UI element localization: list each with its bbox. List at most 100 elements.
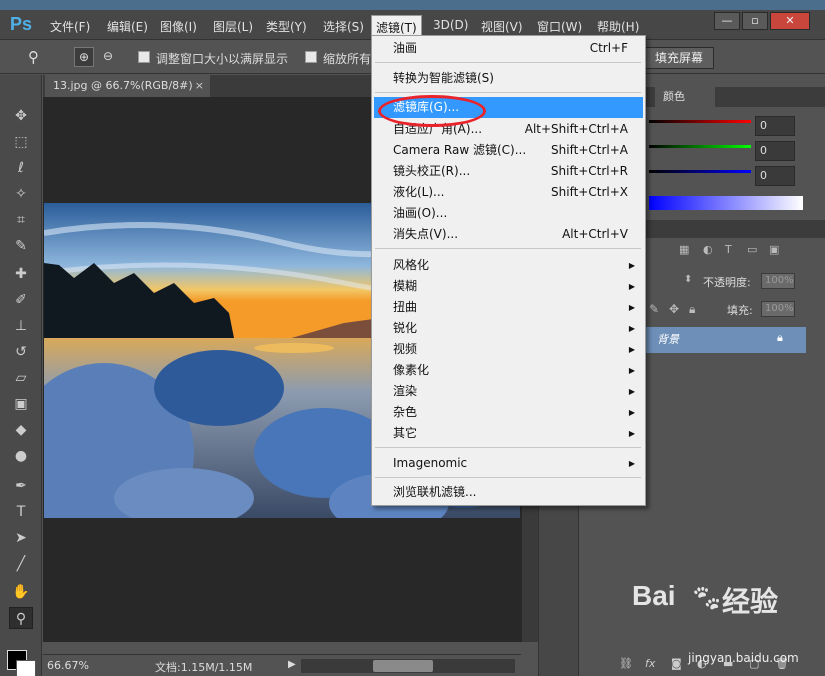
menu-item-other[interactable]: 其它 ▶ bbox=[374, 423, 643, 444]
menu-item-camera-raw[interactable]: Camera Raw 滤镜(C)... Shift+Ctrl+A bbox=[374, 140, 643, 161]
line-tool-icon[interactable]: ╱ bbox=[9, 553, 33, 575]
document-tab[interactable]: 13.jpg @ 66.7%(RGB/8#) × bbox=[45, 75, 210, 97]
filter-type-icon[interactable]: T bbox=[725, 243, 732, 256]
move-tool-icon[interactable]: ✥ bbox=[9, 105, 33, 127]
menu-layer[interactable]: 图层(L) bbox=[213, 18, 253, 35]
close-button[interactable]: ✕ bbox=[770, 12, 810, 30]
app-logo: Ps bbox=[10, 14, 33, 34]
history-brush-tool-icon[interactable]: ↺ bbox=[9, 341, 33, 363]
blend-mode-arrow-icon[interactable]: ⬍ bbox=[684, 274, 692, 285]
menu-item-last-filter[interactable]: 油画 Ctrl+F bbox=[374, 38, 643, 59]
menu-separator bbox=[375, 92, 641, 93]
type-tool-icon[interactable]: T bbox=[9, 501, 33, 523]
red-value-input[interactable]: 0 bbox=[755, 116, 795, 136]
menu-item-blur[interactable]: 模糊 ▶ bbox=[374, 276, 643, 297]
eyedropper-tool-icon[interactable]: ✎ bbox=[9, 235, 33, 257]
lock-move-icon[interactable]: ✥ bbox=[669, 302, 679, 316]
menu-image[interactable]: 图像(I) bbox=[160, 18, 197, 35]
fill-input[interactable]: 100% bbox=[761, 301, 795, 317]
fill-label: 填充: bbox=[727, 304, 753, 317]
menu-3d[interactable]: 3D(D) bbox=[433, 18, 468, 32]
blur-tool-icon[interactable]: ◆ bbox=[9, 419, 33, 441]
watermark-brand-suffix: 经验 bbox=[722, 585, 779, 618]
blue-slider[interactable] bbox=[649, 170, 751, 173]
lock-all-icon[interactable]: 🔒︎ bbox=[689, 302, 695, 317]
menu-view[interactable]: 视图(V) bbox=[481, 18, 523, 35]
crop-tool-icon[interactable]: ⌗ bbox=[9, 209, 33, 231]
healing-tool-icon[interactable]: ✚ bbox=[9, 263, 33, 285]
restore-button[interactable]: ▫ bbox=[742, 12, 768, 30]
resize-windows-checkbox[interactable] bbox=[138, 51, 150, 63]
add-mask-icon[interactable]: ◙ bbox=[671, 657, 682, 670]
dodge-tool-icon[interactable]: ● bbox=[9, 445, 33, 467]
background-color-swatch[interactable] bbox=[16, 660, 36, 676]
stamp-tool-icon[interactable]: ⊥ bbox=[9, 315, 33, 337]
tab-color[interactable]: 颜色 bbox=[655, 87, 715, 107]
submenu-arrow-icon: ▶ bbox=[628, 282, 635, 291]
green-slider[interactable] bbox=[649, 145, 751, 148]
close-icon[interactable]: × bbox=[195, 75, 204, 97]
menu-help[interactable]: 帮助(H) bbox=[597, 18, 639, 35]
red-slider[interactable] bbox=[649, 120, 751, 123]
menu-item-render[interactable]: 渲染 ▶ bbox=[374, 381, 643, 402]
menu-edit[interactable]: 编辑(E) bbox=[107, 18, 148, 35]
menu-window[interactable]: 窗口(W) bbox=[537, 18, 582, 35]
menu-item-oil-paint[interactable]: 油画(O)... bbox=[374, 203, 643, 224]
horizontal-scrollbar[interactable] bbox=[301, 659, 515, 673]
fx-icon[interactable]: fx bbox=[645, 657, 655, 670]
menu-separator bbox=[375, 447, 641, 448]
filter-image-icon[interactable]: ▦ bbox=[679, 243, 689, 256]
menu-type[interactable]: 类型(Y) bbox=[266, 18, 307, 35]
zoom-all-label: 缩放所有 bbox=[323, 52, 372, 66]
filter-smart-icon[interactable]: ▣ bbox=[769, 243, 779, 256]
paw-icon: 🐾︎ bbox=[690, 584, 724, 614]
link-layers-icon[interactable]: ⛓ bbox=[619, 657, 633, 670]
lock-brush-icon[interactable]: ✎ bbox=[649, 302, 659, 316]
menu-item-browse-online[interactable]: 浏览联机滤镜... bbox=[374, 482, 643, 503]
menu-item-convert-smart[interactable]: 转换为智能滤镜(S) bbox=[374, 68, 643, 89]
zoom-level[interactable]: 66.67% bbox=[47, 659, 89, 672]
menu-select[interactable]: 选择(S) bbox=[323, 18, 364, 35]
blue-value-input[interactable]: 0 bbox=[755, 166, 795, 186]
magic-wand-tool-icon[interactable]: ✧ bbox=[9, 183, 33, 205]
fill-screen-button[interactable]: 填充屏幕 bbox=[644, 47, 714, 69]
lasso-tool-icon[interactable]: ℓ bbox=[9, 157, 33, 179]
watermark-brand: Bai bbox=[632, 580, 676, 611]
pen-tool-icon[interactable]: ✒ bbox=[9, 475, 33, 497]
zoom-out-icon[interactable]: ⊖ bbox=[98, 47, 118, 67]
submenu-arrow-icon: ▶ bbox=[628, 387, 635, 396]
color-spectrum[interactable] bbox=[649, 196, 803, 210]
layer-lock-icon: 🔒︎ bbox=[777, 331, 783, 344]
menu-item-stylize[interactable]: 风格化 ▶ bbox=[374, 255, 643, 276]
menu-item-video[interactable]: 视频 ▶ bbox=[374, 339, 643, 360]
menu-item-vanishing-point[interactable]: 消失点(V)... Alt+Ctrl+V bbox=[374, 224, 643, 245]
scrollbar-thumb[interactable] bbox=[373, 660, 433, 672]
opacity-input[interactable]: 100% bbox=[761, 273, 795, 289]
submenu-arrow-icon: ▶ bbox=[628, 324, 635, 333]
menu-item-pixelate[interactable]: 像素化 ▶ bbox=[374, 360, 643, 381]
status-arrow-icon[interactable]: ▶ bbox=[288, 659, 296, 670]
zoom-tool-icon[interactable]: ⚲ bbox=[28, 48, 39, 66]
menu-item-noise[interactable]: 杂色 ▶ bbox=[374, 402, 643, 423]
menu-item-lens-correction[interactable]: 镜头校正(R)... Shift+Ctrl+R bbox=[374, 161, 643, 182]
filter-adjust-icon[interactable]: ◐ bbox=[703, 243, 713, 256]
brush-tool-icon[interactable]: ✐ bbox=[9, 289, 33, 311]
minimize-button[interactable]: — bbox=[714, 12, 740, 30]
gradient-tool-icon[interactable]: ▣ bbox=[9, 393, 33, 415]
menu-item-sharpen[interactable]: 锐化 ▶ bbox=[374, 318, 643, 339]
hand-tool-icon[interactable]: ✋ bbox=[9, 581, 33, 603]
submenu-arrow-icon: ▶ bbox=[628, 303, 635, 312]
menu-item-imagenomic[interactable]: Imagenomic ▶ bbox=[374, 453, 643, 474]
eraser-tool-icon[interactable]: ▱ bbox=[9, 367, 33, 389]
menu-file[interactable]: 文件(F) bbox=[50, 18, 90, 35]
filter-shape-icon[interactable]: ▭ bbox=[747, 243, 757, 256]
marquee-tool-icon[interactable]: ⬚ bbox=[9, 131, 33, 153]
green-value-input[interactable]: 0 bbox=[755, 141, 795, 161]
menu-item-liquify[interactable]: 液化(L)... Shift+Ctrl+X bbox=[374, 182, 643, 203]
path-select-tool-icon[interactable]: ➤ bbox=[9, 527, 33, 549]
zoom-tool-icon[interactable]: ⚲ bbox=[9, 607, 33, 629]
status-bar: 66.67% 文档:1.15M/1.15M ▶ bbox=[43, 654, 521, 676]
zoom-all-checkbox[interactable] bbox=[305, 51, 317, 63]
zoom-in-icon[interactable]: ⊕ bbox=[74, 47, 94, 67]
menu-item-distort[interactable]: 扭曲 ▶ bbox=[374, 297, 643, 318]
